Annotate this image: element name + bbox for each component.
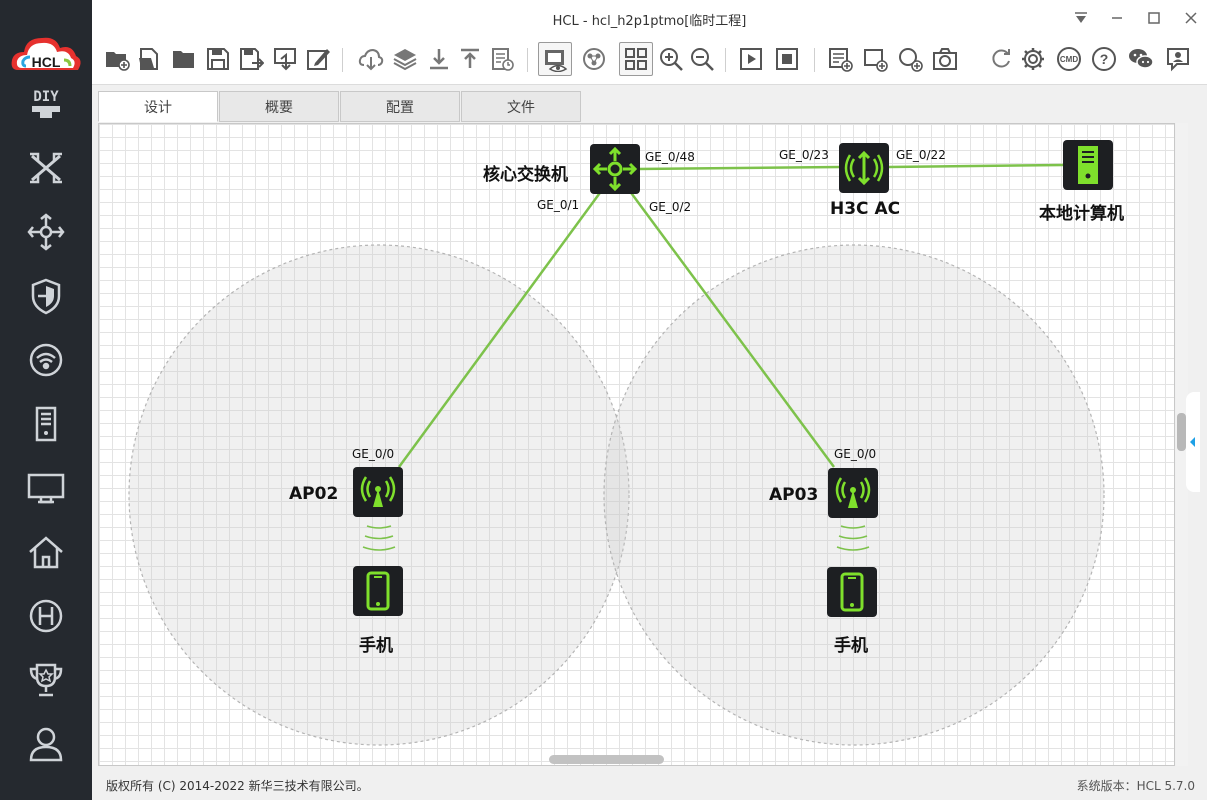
status-bar: 版权所有 (C) 2014-2022 新华三技术有限公司。 系统版本：HCL 5… (92, 768, 1207, 800)
layers-icon[interactable] (390, 44, 420, 74)
export-icon[interactable] (270, 44, 300, 74)
local-pc-icon[interactable] (1063, 140, 1113, 190)
cloud-download-icon[interactable] (356, 44, 386, 74)
firewall-icon[interactable] (22, 274, 70, 318)
window-title: HCL - hcl_h2p1ptmo[临时工程] (552, 14, 747, 29)
minimize-icon[interactable] (1104, 6, 1130, 30)
expand-arrow-icon (1190, 437, 1195, 447)
monitor-icon[interactable] (22, 466, 70, 510)
network-topology-icon[interactable] (22, 146, 70, 190)
h3c-icon[interactable] (22, 594, 70, 638)
topology-canvas[interactable]: 核心交换机 H3C AC 本地计算机 AP02 AP03 手机 手机 GE_0/… (98, 123, 1175, 766)
help-icon[interactable]: ? (1089, 44, 1119, 74)
feedback-icon[interactable] (1163, 44, 1193, 74)
sidebar: HCL DIY (0, 0, 92, 800)
version-text: 系统版本：HCL 5.7.0 (1076, 779, 1195, 793)
port-label-ap03-ge00: GE_0/0 (834, 447, 877, 461)
port-label-ap02-ge00: GE_0/0 (352, 447, 395, 461)
grid-view-icon[interactable] (619, 42, 653, 76)
svg-text:?: ? (1100, 51, 1109, 67)
tab-config[interactable]: 配置 (340, 91, 460, 122)
ap02-icon[interactable] (353, 467, 403, 517)
svg-text:CMD: CMD (1060, 55, 1078, 64)
diy-icon[interactable]: DIY (22, 82, 70, 126)
phone1-icon[interactable] (353, 566, 403, 616)
logo-text: HCL (32, 54, 61, 70)
link-ac-pc (886, 163, 1065, 169)
router-icon[interactable] (22, 210, 70, 254)
title-bar: HCL - hcl_h2p1ptmo[临时工程] (92, 0, 1207, 36)
port-label-core-ge048: GE_0/48 (645, 150, 695, 164)
user-icon[interactable] (22, 722, 70, 766)
link-core-ac (636, 165, 842, 171)
topology-graph (128, 163, 1105, 746)
new-project-icon[interactable] (102, 44, 132, 74)
toolbar: CMD ? (92, 36, 1207, 85)
pc-label: 本地计算机 (1039, 204, 1124, 224)
home-icon[interactable] (22, 530, 70, 574)
side-panel-toggle[interactable] (1186, 392, 1200, 492)
port-label-core-ge01: GE_0/1 (537, 198, 580, 212)
horizontal-scroll-thumb[interactable] (549, 755, 664, 764)
svg-text:DIY: DIY (33, 89, 59, 105)
ap03-label: AP03 (769, 485, 819, 505)
add-ellipse-icon[interactable] (895, 44, 925, 74)
preview-icon[interactable] (538, 42, 572, 76)
add-rectangle-icon[interactable] (860, 44, 890, 74)
wechat-icon[interactable] (1126, 44, 1156, 74)
edit-icon[interactable] (303, 44, 333, 74)
log-icon[interactable] (487, 44, 517, 74)
ac-label: H3C AC (830, 199, 901, 219)
camera-icon[interactable] (930, 44, 960, 74)
download-icon[interactable] (424, 44, 454, 74)
phone2-label: 手机 (834, 636, 868, 656)
core-switch-label: 核心交换机 (483, 165, 568, 185)
save-icon[interactable] (203, 44, 233, 74)
open-folder-icon[interactable] (169, 44, 199, 74)
settings-icon[interactable] (1018, 44, 1048, 74)
maximize-icon[interactable] (1141, 6, 1167, 30)
wireless-icon[interactable] (22, 338, 70, 382)
add-list-icon[interactable] (825, 44, 855, 74)
vertical-scroll-thumb[interactable] (1177, 413, 1186, 451)
tab-overview[interactable]: 概要 (219, 91, 339, 122)
start-all-icon[interactable] (736, 44, 766, 74)
port-label-ac-ge022: GE_0/22 (896, 148, 946, 162)
core-switch-icon[interactable] (590, 144, 640, 194)
hcl-logo: HCL (8, 30, 84, 78)
ap02-label: AP02 (289, 484, 339, 504)
phone1-label: 手机 (359, 636, 393, 656)
ap03-icon[interactable] (828, 468, 878, 518)
stop-all-icon[interactable] (772, 44, 802, 74)
tab-design[interactable]: 设计 (98, 91, 218, 122)
refresh-icon[interactable] (986, 44, 1016, 74)
zoom-out-icon[interactable] (687, 44, 717, 74)
copyright-text: 版权所有 (C) 2014-2022 新华三技术有限公司。 (106, 779, 369, 793)
phone2-icon[interactable] (827, 567, 877, 617)
zoom-in-icon[interactable] (656, 44, 686, 74)
port-label-core-ge02: GE_0/2 (649, 200, 692, 214)
ac-device-icon[interactable] (839, 143, 889, 193)
cmd-icon[interactable]: CMD (1054, 44, 1084, 74)
dropdown-menu-icon[interactable] (1068, 6, 1094, 30)
network-view-icon[interactable] (579, 44, 609, 74)
trophy-icon[interactable] (22, 658, 70, 702)
server-icon[interactable] (22, 402, 70, 446)
close-icon[interactable] (1178, 6, 1204, 30)
upload-icon[interactable] (455, 44, 485, 74)
save-as-icon[interactable] (236, 44, 266, 74)
tab-files[interactable]: 文件 (461, 91, 581, 122)
port-label-ac-ge023: GE_0/23 (779, 148, 829, 162)
open-file-icon[interactable] (135, 44, 165, 74)
